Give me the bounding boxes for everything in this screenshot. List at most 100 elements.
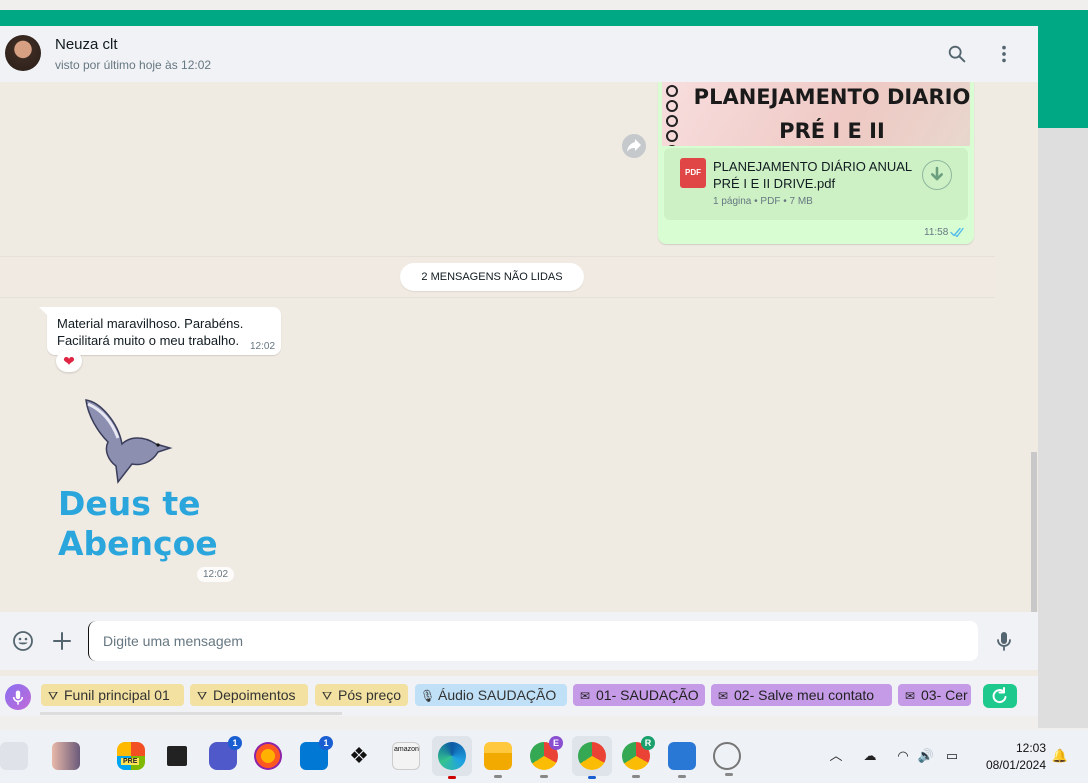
taskbar-search-edge[interactable] [0, 742, 28, 770]
notification-badge: 1 [228, 736, 242, 750]
quick-reply-chip[interactable]: ⛛ Depoimentos [190, 684, 308, 706]
windows-taskbar: PRE 1 1 ❖ amazon E R ︿ ☁ ◠ 🔊 ▭ 12:03 08/… [0, 730, 1088, 783]
quick-reply-chip[interactable]: ✉ 01- SAUDAÇÃO [573, 684, 705, 706]
chips-scroll-indicator[interactable] [40, 712, 342, 715]
contact-avatar[interactable] [5, 35, 41, 71]
running-indicator [540, 775, 548, 778]
dove-icon [78, 392, 178, 492]
menu-kebab-icon[interactable] [993, 43, 1015, 65]
refresh-icon[interactable] [983, 684, 1017, 708]
fingerprint-icon[interactable] [713, 742, 741, 776]
thumbnail-title: PLANEJAMENTO DIARIO PRÉ I E II [692, 82, 970, 146]
chip-label: 01- SAUDAÇÃO [596, 687, 699, 703]
chip-label: Depoimentos [213, 687, 296, 703]
profile-icon[interactable] [52, 742, 80, 770]
document-thumbnail[interactable]: PLANEJAMENTO DIARIO PRÉ I E II [662, 82, 970, 146]
document-meta: 1 página • PDF • 7 MB [713, 196, 813, 207]
battery-icon[interactable]: ▭ [942, 746, 962, 766]
running-indicator [494, 775, 502, 778]
thumbnail-title-line2: PRÉ I E II [779, 119, 885, 143]
emoji-icon[interactable] [11, 629, 35, 653]
thumbnail-title-line1: PLANEJAMENTO DIARIO [693, 85, 970, 109]
running-indicator [678, 775, 686, 778]
volume-icon[interactable]: 🔊 [916, 746, 936, 766]
cloud-icon[interactable]: ☁ [860, 746, 880, 766]
forward-icon[interactable] [622, 134, 646, 158]
amazon-label: amazon [394, 746, 419, 753]
firefox-icon[interactable] [254, 742, 282, 770]
voice-assistant-icon[interactable] [5, 684, 31, 710]
funnel-icon: ⛛ [196, 689, 208, 703]
sticker-text-line2: Abençoe [58, 524, 218, 563]
outgoing-document-message[interactable]: PLANEJAMENTO DIARIO PRÉ I E II PDF PLANE… [658, 82, 974, 244]
notepad-icon[interactable] [668, 742, 696, 778]
sticker-time: 12:02 [197, 567, 235, 582]
heart-reaction[interactable]: ❤ [56, 350, 82, 372]
amazon-icon[interactable]: amazon [392, 742, 420, 770]
message-text-line2: Facilitará muito o meu trabalho. [57, 333, 240, 348]
message-text: Material maravilhoso. Parabéns. Facilita… [57, 315, 243, 349]
app-pre-icon[interactable]: PRE [117, 742, 145, 770]
incoming-text-message[interactable]: Material maravilhoso. Parabéns. Facilita… [39, 307, 281, 355]
microphone-icon: 🎙 [420, 689, 436, 703]
quick-reply-chip[interactable]: ⛛ Funil principal 01 [41, 684, 184, 706]
document-card[interactable]: PDF PLANEJAMENTO DIÁRIO ANUAL PRÉ I E II… [664, 148, 968, 220]
message-time: 12:02 [250, 341, 276, 352]
edge-active-tile[interactable] [432, 736, 472, 779]
quick-reply-chip[interactable]: ✉ 02- Salve meu contato [711, 684, 892, 706]
quick-reply-chip[interactable]: 🎙 Áudio SAUDAÇÃO [415, 684, 567, 706]
window-background [1038, 128, 1088, 728]
envelope-icon: ✉ [717, 689, 729, 703]
file-explorer-icon[interactable] [484, 742, 512, 778]
profile-badge: R [641, 736, 655, 750]
unread-count-pill: 2 MENSAGENS NÃO LIDAS [400, 263, 584, 291]
message-time: 11:58 [924, 227, 949, 238]
wifi-icon[interactable]: ◠ [893, 746, 913, 766]
clock-time: 12:03 [1015, 741, 1046, 755]
download-icon[interactable] [922, 160, 952, 190]
document-file-name: PLANEJAMENTO DIÁRIO ANUAL PRÉ I E II DRI… [713, 159, 912, 191]
pdf-file-icon: PDF [680, 158, 706, 188]
chat-header[interactable]: Neuza clt visto por último hoje às 12:02 [0, 26, 1038, 82]
chip-label: Funil principal 01 [64, 687, 170, 703]
quick-reply-bar: ⛛ Funil principal 01 ⛛ Depoimentos ⛛ Pós pr… [0, 676, 1038, 716]
task-view-icon[interactable] [163, 742, 191, 770]
accent-band-right [1038, 10, 1088, 128]
profile-badge: E [549, 736, 563, 750]
sticker-message[interactable]: Deus te Abençoe [50, 392, 240, 572]
contact-last-seen: visto por último hoje às 12:02 [55, 58, 212, 72]
chrome-profile-r-icon[interactable]: R [622, 736, 655, 778]
app-pre-label: PRE [121, 758, 140, 765]
teams-icon[interactable]: 1 [209, 736, 242, 770]
chevron-up-icon[interactable]: ︿ [826, 746, 846, 766]
chip-label: Pós preço [338, 687, 402, 703]
funnel-icon: ⛛ [321, 689, 333, 703]
chrome-active-tile[interactable] [572, 736, 612, 779]
running-indicator [632, 775, 640, 778]
whatsapp-chat-window: Neuza clt visto por último hoje às 12:02… [0, 26, 1038, 716]
system-clock[interactable]: 12:03 08/01/2024 [970, 740, 1046, 774]
notification-bell-icon[interactable]: 🔔 [1050, 746, 1070, 766]
message-input[interactable] [88, 621, 978, 661]
envelope-icon: ✉ [579, 689, 591, 703]
running-indicator [725, 773, 733, 776]
message-text-line1: Material maravilhoso. Parabéns. [57, 316, 244, 331]
bubble-tail [39, 307, 47, 315]
contact-name[interactable]: Neuza clt [55, 36, 118, 53]
quick-reply-chip[interactable]: ⛛ Pós preço [315, 684, 408, 706]
chat-scrollbar[interactable] [1031, 452, 1037, 612]
dropbox-icon[interactable]: ❖ [345, 742, 373, 770]
quick-reply-chip[interactable]: ✉ 03- Cer [898, 684, 971, 706]
spiral-binding-icon [666, 82, 678, 146]
funnel-icon: ⛛ [47, 689, 59, 703]
sticker-text-line1: Deus te [58, 484, 201, 523]
microphone-icon[interactable] [992, 629, 1016, 653]
read-ticks-icon [950, 226, 966, 238]
attach-plus-icon[interactable] [50, 629, 74, 653]
search-icon[interactable] [946, 43, 968, 65]
chrome-profile-e-icon[interactable]: E [530, 736, 563, 778]
unread-divider: 2 MENSAGENS NÃO LIDAS [0, 256, 995, 298]
chat-area[interactable]: PLANEJAMENTO DIARIO PRÉ I E II PDF PLANE… [0, 82, 1038, 612]
store-icon[interactable]: 1 [300, 736, 333, 770]
envelope-icon: ✉ [904, 689, 916, 703]
